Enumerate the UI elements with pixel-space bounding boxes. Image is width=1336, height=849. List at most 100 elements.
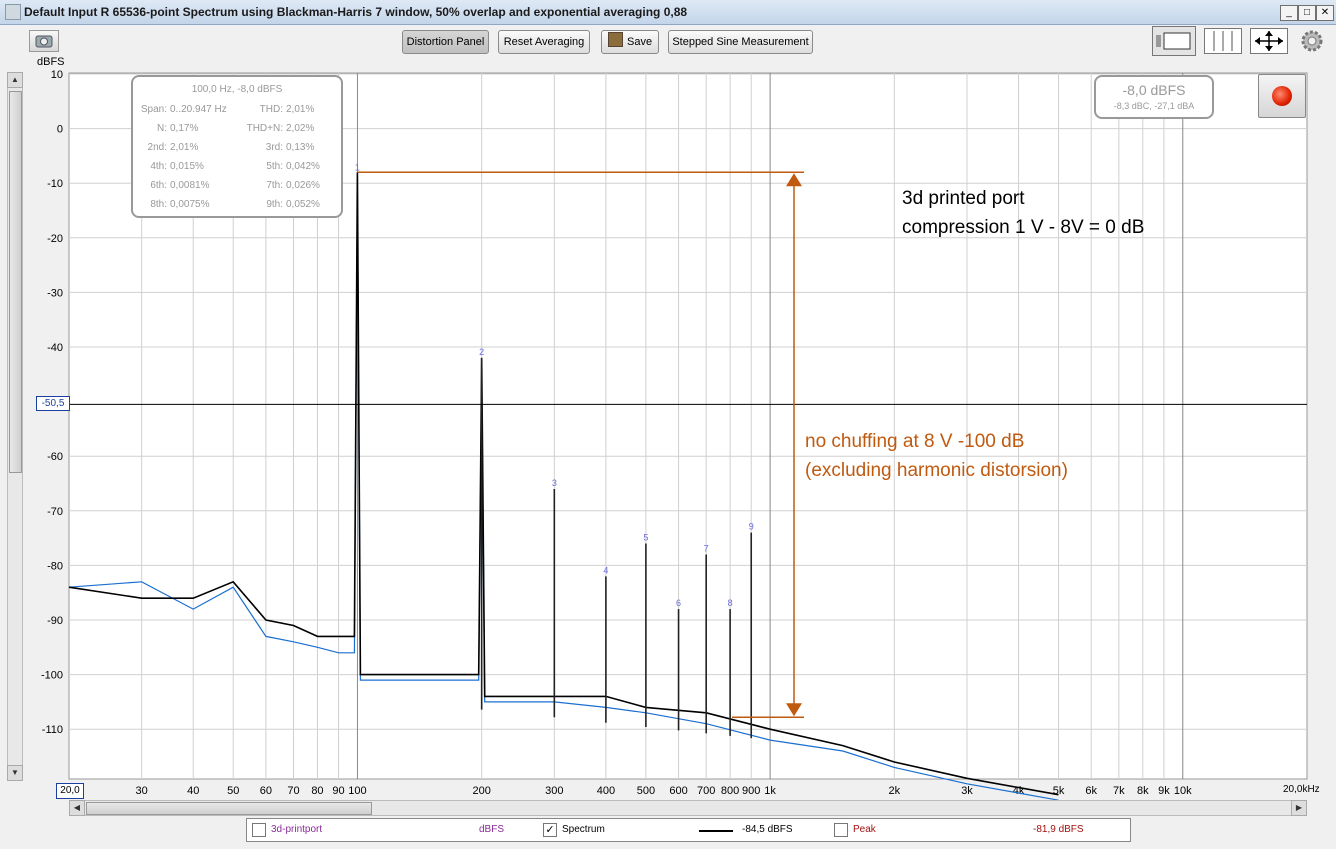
compression-line2: compression 1 V - 8V = 0 dB [902,217,1145,238]
scroll-right-arrow[interactable]: ▶ [1291,800,1307,816]
y-tick-label: -30 [47,287,63,299]
x-min-label[interactable]: 20,0 [56,783,84,799]
y-tick-label: -70 [47,506,63,518]
level-sub: -8,3 dBC, -27,1 dBA [1113,101,1195,111]
compression-line1: 3d printed port [902,188,1025,209]
x-tick-label: 50 [227,785,239,797]
readout-cell: THD: [259,104,283,115]
readout-cell: 2,02% [286,123,315,134]
y-tick-label: -10 [47,178,63,190]
x-max-label: 20,0kHz [1283,784,1320,795]
readout-cell: 0,015% [170,161,204,172]
x-tick-label: 2k [889,785,901,797]
legend-peak-label: Peak [853,824,876,835]
harmonic-label: 2 [479,347,484,357]
harmonic-label: 5 [643,533,648,543]
readout-cell: 3rd: [265,142,283,153]
y-tick-label: -80 [47,560,63,572]
legend-3d-printport-checkbox[interactable] [252,823,266,837]
x-tick-label: 1k [764,785,776,797]
readout-cell: 0..20.947 Hz [170,104,227,115]
legend-spectrum-swatch [699,830,733,832]
readout-cell: THD+N: [246,123,283,134]
compression-annotation: 3d printed port compression 1 V - 8V = 0… [902,184,1144,242]
legend-spectrum-label: Spectrum [562,824,605,835]
legend-peak-checkbox[interactable] [834,823,848,837]
record-button[interactable] [1258,74,1306,118]
x-tick-label: 200 [472,785,490,797]
readout-cell: 0,0081% [170,180,210,191]
readout-cell: Span: [140,104,167,115]
chuffing-line2: (excluding harmonic distorsion) [805,460,1068,481]
x-tick-label: 70 [287,785,299,797]
y-tick-label: -60 [47,451,63,463]
y-tick-label: -20 [47,233,63,245]
readout-cell: N: [157,123,167,134]
legend-peak-value: -81,9 dBFS [1033,824,1084,835]
x-tick-label: 80 [311,785,323,797]
harmonic-label: 4 [603,565,608,575]
x-tick-label: 30 [136,785,148,797]
x-tick-label: 40 [187,785,199,797]
x-tick-label: 500 [637,785,655,797]
y-tick-label: -100 [41,670,63,682]
legend-3d-printport-label: 3d-printport [271,824,323,835]
harmonic-label: 7 [704,543,709,553]
readout-cell: 0,026% [286,180,320,191]
readout-cell: 0,0075% [170,199,210,210]
legend-spectrum-value: -84,5 dBFS [742,824,793,835]
scroll-left-arrow[interactable]: ◀ [69,800,85,816]
chuffing-line1: no chuffing at 8 V -100 dB [805,431,1025,452]
harmonic-label: 9 [749,522,754,532]
harmonic-label: 3 [552,478,557,488]
readout-cell: 0,13% [286,142,315,153]
y-tick-label: 0 [57,124,63,136]
y-tick-label: 10 [51,69,63,81]
readout-cell: 0,17% [170,123,199,134]
harmonic-label: 6 [676,598,681,608]
level-meter: -8,0 dBFS -8,3 dBC, -27,1 dBA [1094,75,1214,119]
distortion-readout-box: 100,0 Hz, -8,0 dBFS Span: 0..20.947 Hz THD… [131,75,343,218]
x-tick-label: 100 [348,785,366,797]
y-tick-label: -90 [47,615,63,627]
readout-cell: 5th: [266,161,283,172]
y-tick-label: -40 [47,342,63,354]
readout-header: 100,0 Hz, -8,0 dBFS [191,84,283,95]
cursor-value-label[interactable]: -50,5 [36,396,70,411]
x-tick-label: 700 [697,785,715,797]
horizontal-scrollbar[interactable]: ◀ ▶ [69,800,1307,816]
x-tick-label: 8k [1137,785,1149,797]
x-tick-label: 60 [260,785,272,797]
legend-bar: 3d-printport dBFS ✓ Spectrum -84,5 dBFS … [246,818,1131,842]
readout-cell: 6th: [150,180,167,191]
readout-cell: 2,01% [170,142,199,153]
x-tick-label: 6k [1085,785,1097,797]
horizontal-scroll-thumb[interactable] [86,802,372,815]
x-tick-label: 7k [1113,785,1125,797]
x-tick-label: 90 [332,785,344,797]
readout-cell: 4th: [150,161,167,172]
harmonic-label: 8 [728,598,733,608]
readout-cell: 2nd: [147,142,167,153]
readout-cell: 7th: [266,180,283,191]
readout-cell: 8th: [150,199,167,210]
level-main: -8,0 dBFS [1122,82,1186,98]
x-tick-label: 3k [961,785,973,797]
fundamental-label: 1 [355,162,360,172]
x-tick-label: 10k [1174,785,1192,797]
legend-3d-printport-unit: dBFS [479,824,505,835]
x-tick-label: 5k [1053,785,1065,797]
y-tick-label: -110 [42,724,63,736]
x-tick-label: 400 [597,785,615,797]
x-tick-label: 300 [545,785,563,797]
readout-cell: 9th: [266,199,283,210]
x-tick-label: 800 [721,785,739,797]
readout-cell: 0,052% [286,199,320,210]
readout-cell: 2,01% [286,104,315,115]
x-tick-label: 900 [742,785,760,797]
readout-cell: 0,042% [286,161,320,172]
legend-spectrum-checkbox[interactable]: ✓ [543,823,557,837]
x-tick-label: 9k [1158,785,1170,797]
y-axis-label: dBFS [37,56,65,68]
x-tick-label: 600 [669,785,687,797]
